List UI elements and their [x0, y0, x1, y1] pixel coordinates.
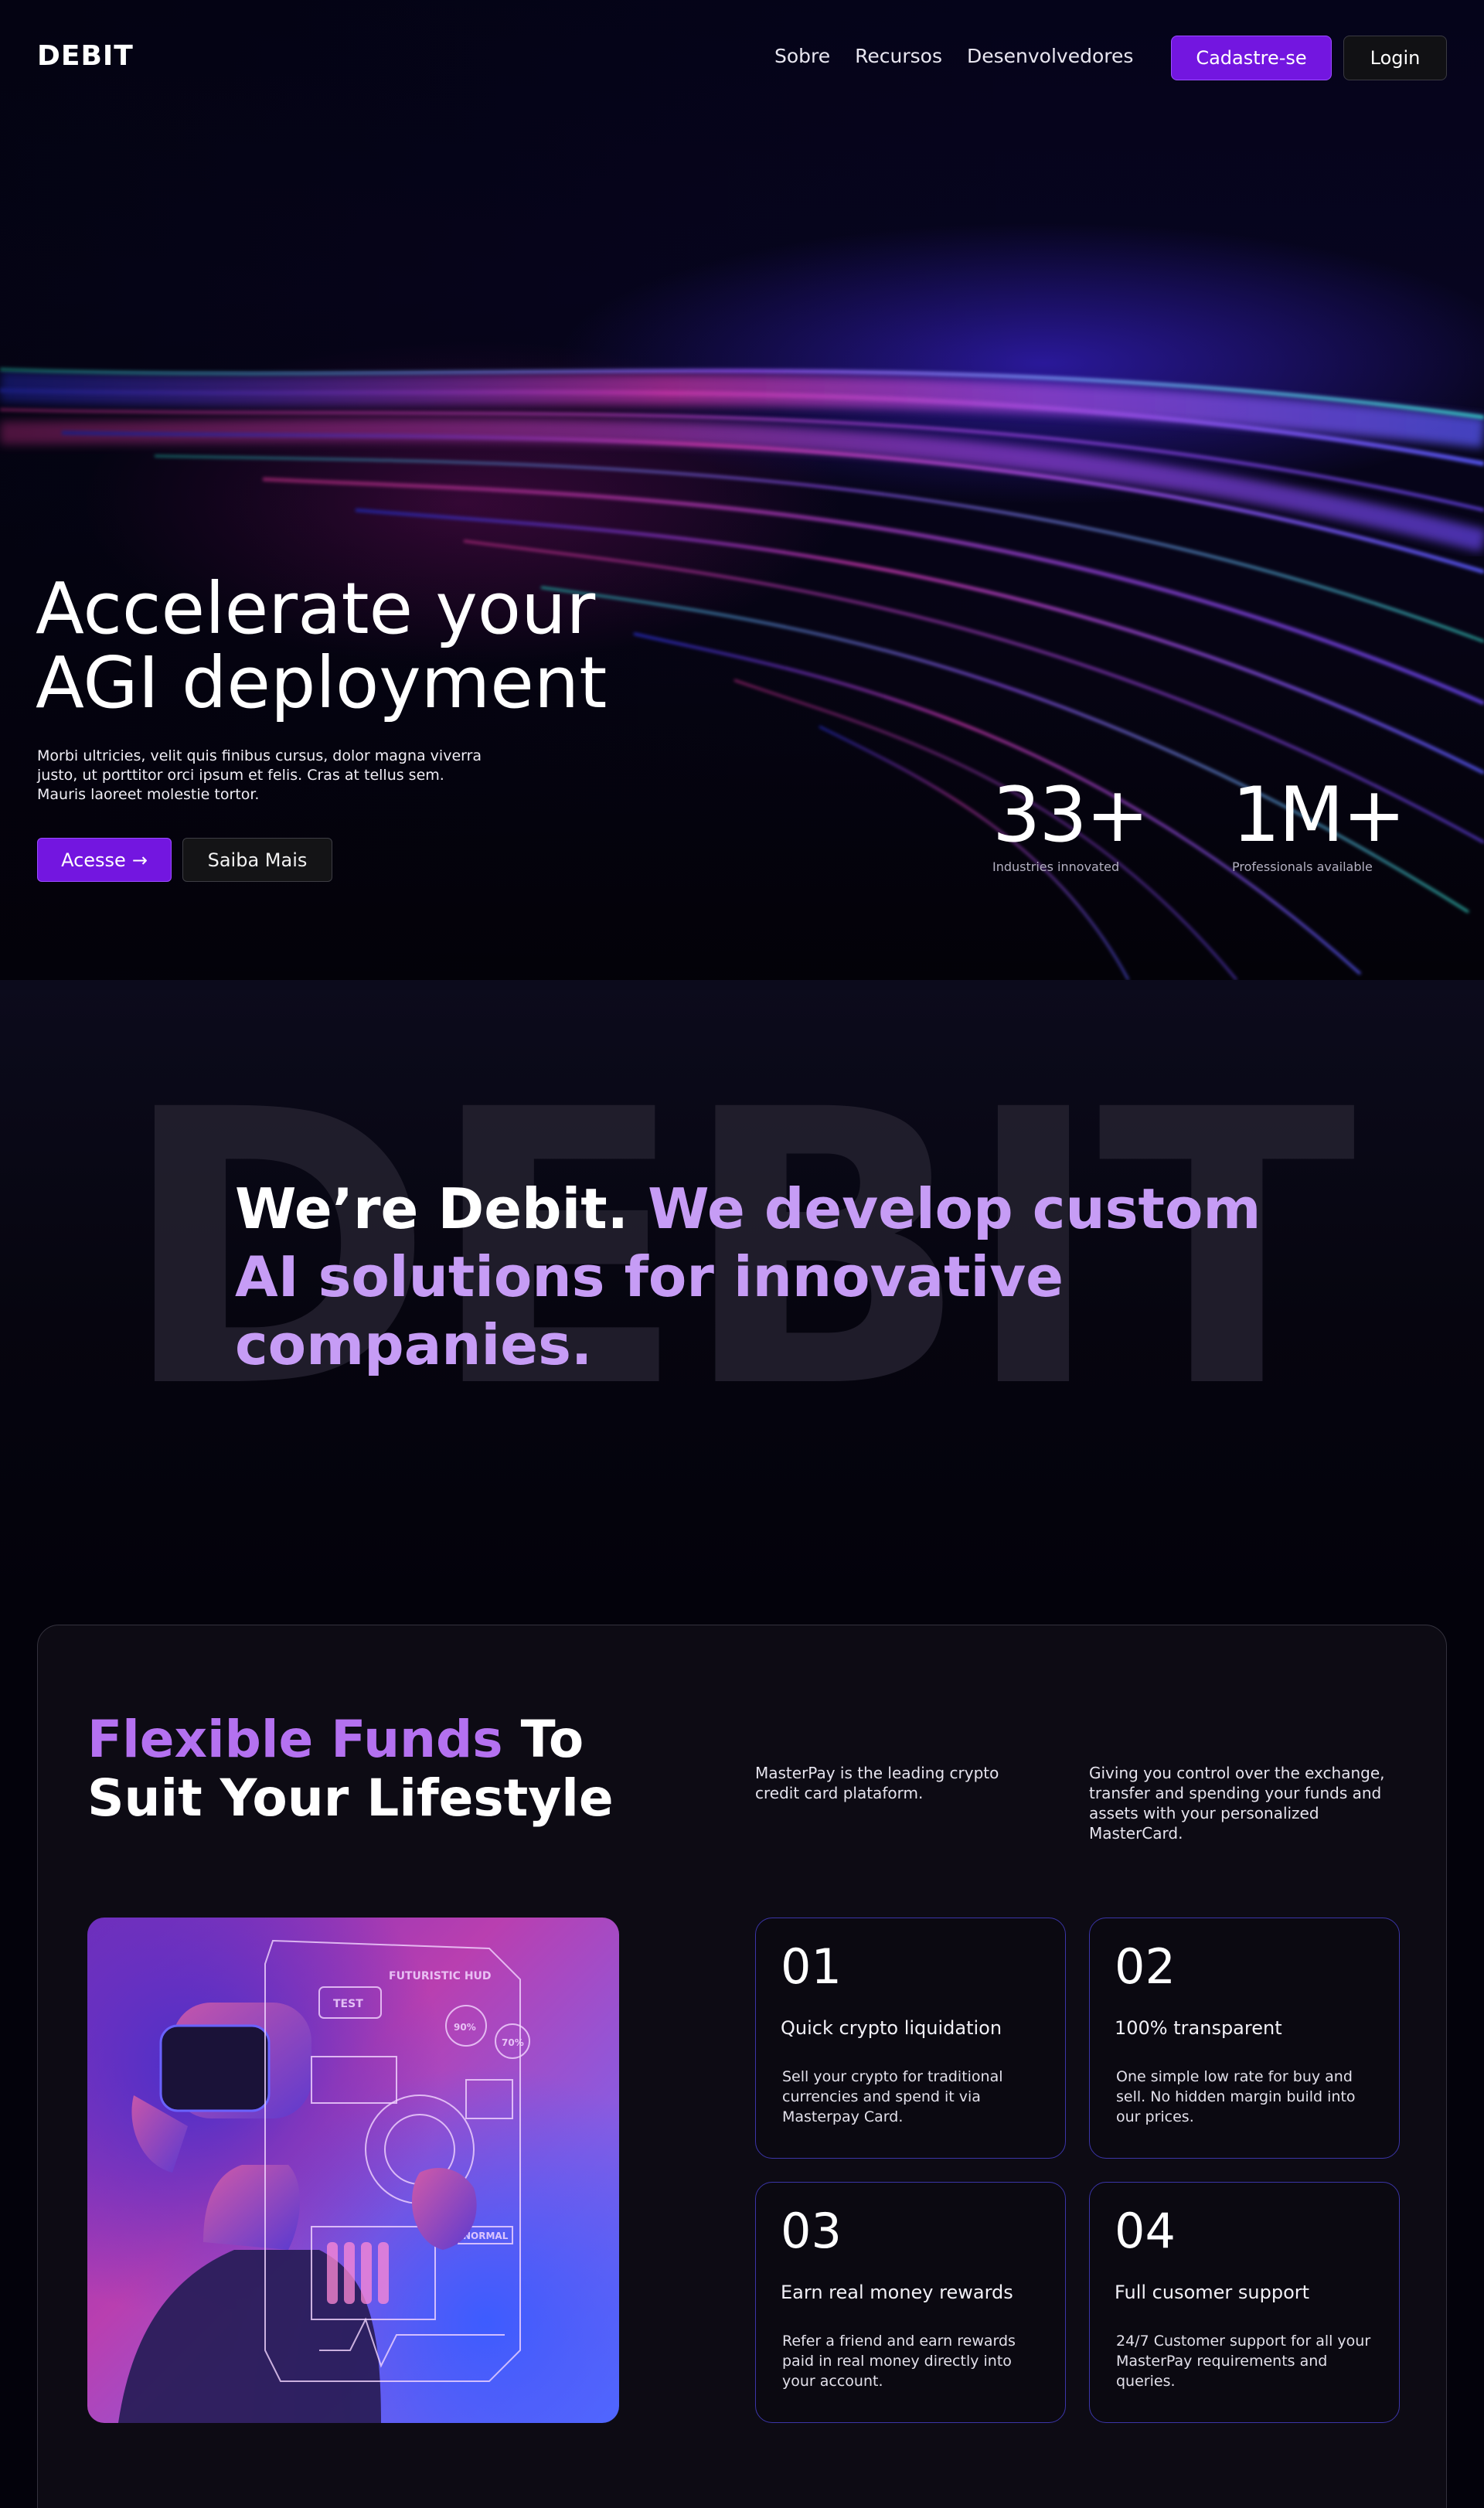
signup-button[interactable]: Cadastre-se [1171, 36, 1332, 80]
feature-number: 02 [1115, 1938, 1176, 1995]
hero-title-line-2: AGI deployment [36, 641, 608, 724]
stat-label: Industries innovated [992, 859, 1120, 874]
top-navigation: DEBIT Sobre Recursos Desenvolvedores Cad… [0, 0, 1484, 116]
feature-text: Refer a friend and earn rewards paid in … [782, 2333, 1016, 2390]
hero-title: Accelerate your AGI deployment [36, 572, 731, 720]
nav-links: Sobre Recursos Desenvolvedores [774, 45, 1133, 67]
feature-text: Sell your crypto for traditional currenc… [782, 2068, 1003, 2125]
logo[interactable]: DEBIT [37, 40, 134, 72]
access-button[interactable]: Acesse → [37, 838, 172, 882]
hero-title-line-1: Accelerate your [36, 567, 596, 650]
hud-percent-2: 70% [502, 2037, 524, 2048]
about-headline-plain: We’re Debit. [235, 1176, 629, 1241]
stat-professionals: 1M+ Professionals available [1232, 771, 1406, 874]
vr-hud-illustration: FUTURISTIC HUD TEST 90% 70% NORMAL [118, 1939, 530, 2423]
feature-title: Earn real money rewards [781, 2282, 1013, 2303]
nav-link-desenvolvedores[interactable]: Desenvolvedores [967, 45, 1133, 67]
about-headline: We’re Debit. We develop custom AI soluti… [235, 1175, 1317, 1379]
stat-value: 1M+ [1232, 771, 1406, 859]
login-button[interactable]: Login [1343, 36, 1447, 80]
nav-link-recursos[interactable]: Recursos [855, 45, 942, 67]
feature-text: 24/7 Customer support for all your Maste… [1116, 2333, 1371, 2390]
about-section: DEBIT We’re Debit. We develop custom AI … [0, 980, 1484, 1598]
feature-card-4: 04 Full cusomer support 24/7 Customer su… [1089, 2182, 1400, 2423]
feature-card-3: 03 Earn real money rewards Refer a frien… [755, 2182, 1066, 2423]
arrow-right-icon: → [131, 849, 148, 871]
hud-title-text: FUTURISTIC HUD [389, 1970, 492, 1982]
feature-text: One simple low rate for buy and sell. No… [1116, 2068, 1356, 2125]
feature-number: 01 [781, 1938, 842, 1995]
funds-title: Flexible Funds To Suit Your Lifestyle [87, 1710, 675, 1828]
access-button-label: Acesse [61, 849, 126, 871]
funds-description-left: MasterPay is the leading crypto credit c… [755, 1764, 999, 1802]
stat-industries: 33+ Industries innovated [992, 771, 1149, 874]
stat-label: Professionals available [1232, 859, 1373, 874]
hud-normal-text: NORMAL [463, 2231, 509, 2241]
learn-more-button[interactable]: Saiba Mais [182, 838, 332, 882]
feature-number: 04 [1115, 2203, 1176, 2259]
stat-value: 33+ [992, 771, 1149, 859]
feature-card-1: 01 Quick crypto liquidation Sell your cr… [755, 1918, 1066, 2159]
feature-title: 100% transparent [1115, 2017, 1282, 2039]
hero-section: DEBIT Sobre Recursos Desenvolvedores Cad… [0, 0, 1484, 980]
hud-percent-1: 90% [454, 2022, 476, 2033]
vr-user-image: FUTURISTIC HUD TEST 90% 70% NORMAL [87, 1918, 619, 2423]
feature-title: Quick crypto liquidation [781, 2017, 1002, 2039]
funds-card: Flexible Funds To Suit Your Lifestyle Ma… [37, 1625, 1447, 2508]
hero-description: Morbi ultricies, velit quis finibus curs… [37, 747, 482, 803]
hud-test-text: TEST [333, 1998, 363, 2010]
feature-title: Full cusomer support [1115, 2282, 1310, 2303]
nav-link-sobre[interactable]: Sobre [774, 45, 830, 67]
funds-description-right: Giving you control over the exchange, tr… [1089, 1764, 1385, 1843]
feature-card-2: 02 100% transparent One simple low rate … [1089, 1918, 1400, 2159]
feature-number: 03 [781, 2203, 842, 2259]
funds-title-accent: Flexible Funds [87, 1710, 503, 1769]
